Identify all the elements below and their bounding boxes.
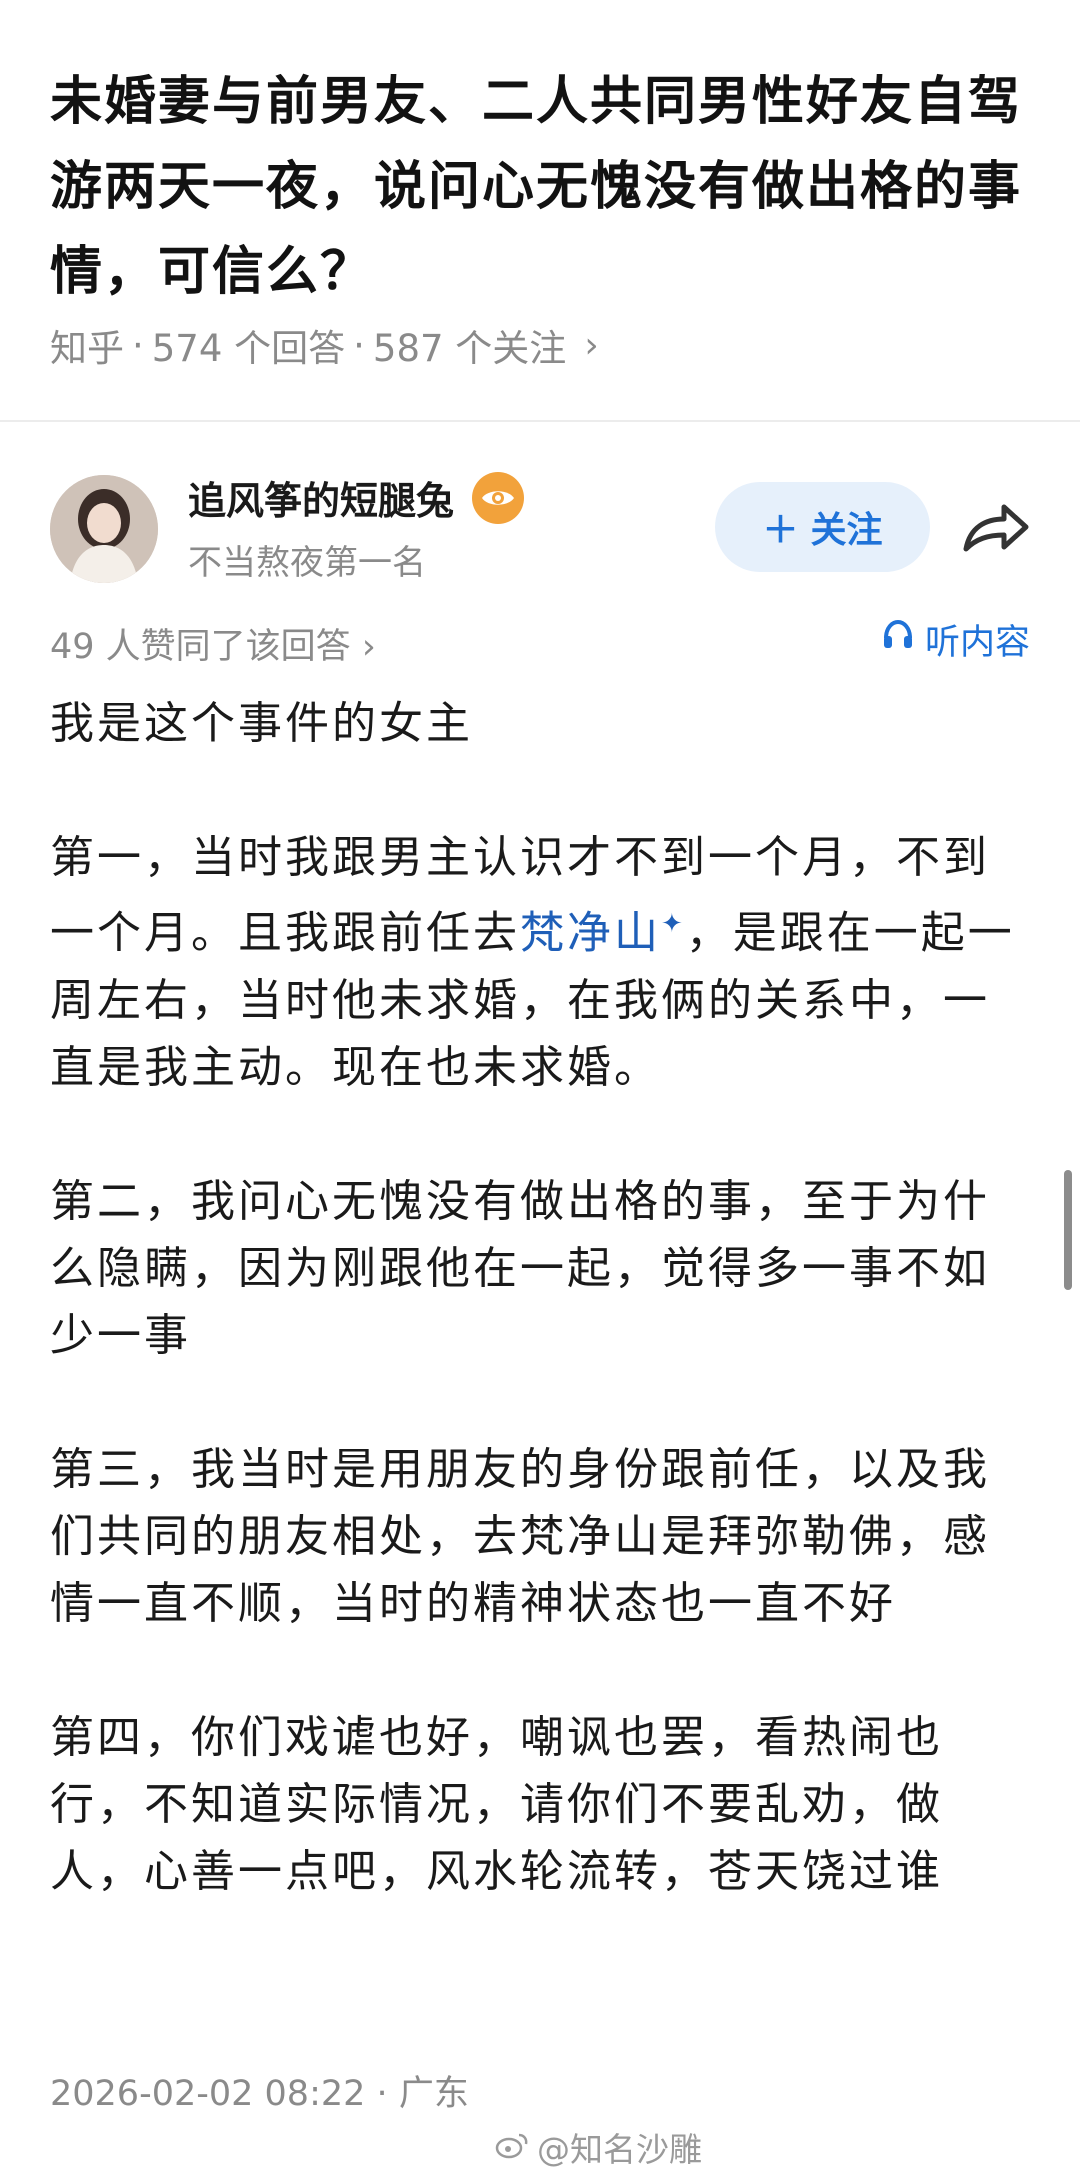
weibo-icon bbox=[495, 2128, 529, 2167]
author-name-row[interactable]: 追风筝的短腿兔 bbox=[188, 470, 525, 525]
paragraph: 第一，当时我跟男主认识才不到一个月，不到一个月。且我跟前任去梵净山✦，是跟在一起… bbox=[50, 824, 1030, 1101]
author-bio: 不当熬夜第一名 bbox=[188, 543, 426, 583]
watermark: @知名沙雕 bbox=[495, 2123, 702, 2171]
chevron-right-icon: › bbox=[584, 324, 599, 366]
source-label: 知乎 bbox=[50, 327, 124, 370]
post-time: 2026-02-02 08:22 bbox=[50, 2074, 366, 2114]
paragraph: 第四，你们戏谑也好，嘲讽也罢，看热闹也行，不知道实际情况，请你们不要乱劝，做人，… bbox=[50, 1711, 943, 1897]
follow-button[interactable]: ＋ 关注 bbox=[715, 482, 930, 572]
vote-summary[interactable]: 49 人赞同了该回答 › bbox=[50, 618, 376, 669]
question-title[interactable]: 未婚妻与前男友、二人共同男性好友自驾游两天一夜，说问心无愧没有做出格的事情，可信… bbox=[50, 60, 1030, 315]
headphones-icon bbox=[881, 618, 915, 661]
paragraph: 第三，我当时是用朋友的身份跟前任，以及我们共同的朋友相处，去梵净山是拜弥勒佛，感… bbox=[50, 1443, 990, 1629]
answer-content: 我是这个事件的女主 第一，当时我跟男主认识才不到一个月，不到一个月。且我跟前任去… bbox=[50, 690, 1030, 1972]
chevron-right-icon: › bbox=[361, 627, 376, 667]
paragraph: 第二，我问心无愧没有做出格的事，至于为什么隐瞒，因为刚跟他在一起，觉得多一事不如… bbox=[50, 1175, 990, 1361]
share-icon[interactable] bbox=[960, 497, 1032, 557]
plus-icon: ＋ bbox=[762, 510, 799, 551]
answer-page: 未婚妻与前男友、二人共同男性好友自驾游两天一夜，说问心无愧没有做出格的事情，可信… bbox=[0, 0, 1080, 2178]
answer-count: 574 个回答 bbox=[151, 327, 346, 370]
meta-separator: · bbox=[353, 323, 365, 367]
divider bbox=[0, 420, 1080, 422]
eye-badge-icon bbox=[472, 471, 525, 524]
post-location: 广东 bbox=[398, 2074, 469, 2114]
paragraph: 我是这个事件的女主 bbox=[50, 698, 473, 749]
follow-label: 关注 bbox=[810, 510, 883, 551]
meta-separator: · bbox=[376, 2074, 399, 2114]
listen-label: 听内容 bbox=[924, 623, 1030, 663]
watermark-text: @知名沙雕 bbox=[537, 2130, 702, 2169]
listen-button[interactable]: 听内容 bbox=[881, 614, 1030, 665]
vote-count: 49 人赞同了该回答 bbox=[50, 627, 351, 667]
sparkle-icon: ✦ bbox=[661, 909, 686, 939]
avatar[interactable] bbox=[50, 475, 158, 583]
meta-separator: · bbox=[132, 323, 144, 367]
question-meta[interactable]: 知乎 · 574 个回答 · 587 个关注 › bbox=[50, 318, 599, 372]
scrollbar[interactable] bbox=[1064, 1170, 1072, 1290]
follow-count: 587 个关注 bbox=[372, 327, 567, 370]
answer-footer: 2026-02-02 08:22 · 广东 bbox=[50, 2065, 469, 2116]
author-name[interactable]: 追风筝的短腿兔 bbox=[188, 470, 454, 525]
search-link[interactable]: 梵净山 bbox=[520, 908, 661, 959]
